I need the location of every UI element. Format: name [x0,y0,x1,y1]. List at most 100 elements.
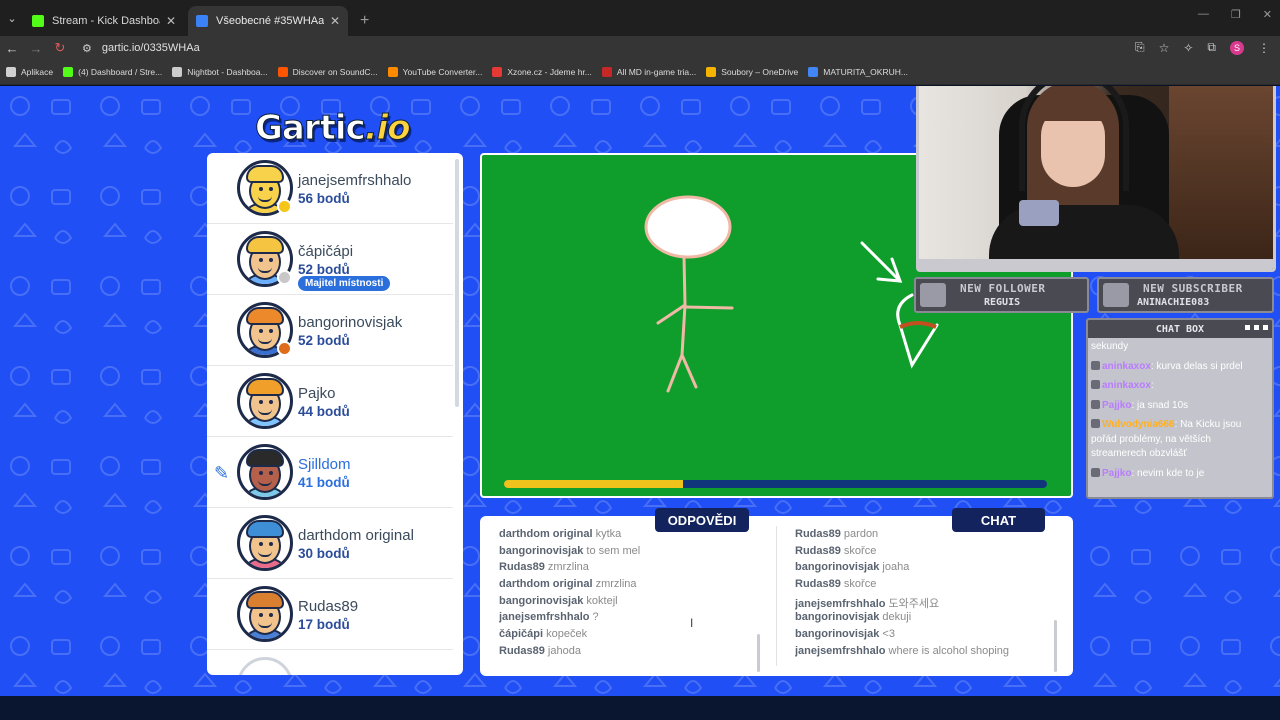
bookmark-item[interactable]: All MD in-game tria... [601,67,697,77]
answers-tab[interactable]: ODPOVĚDI [655,508,749,532]
bookmark-label: Aplikace [21,67,54,77]
message-user: janejsemfrshhalo [499,611,590,624]
player-name: čápičápi [298,243,354,260]
bookmark-star-icon[interactable]: ☆ [1159,41,1170,55]
player-name: janejsemfrshhalo [298,172,412,189]
tab-title: Všeobecné #35WHAa (Čeština) [216,15,324,27]
new-follower-alert: NEW FOLLOWER REGUIS [914,277,1089,313]
player-name: darthdom original [298,527,414,544]
player-row: janejsemfrshhalo 56 bodů [207,153,453,224]
minimize-icon[interactable]: — [1198,8,1209,21]
close-window-icon[interactable]: ✕ [1263,8,1272,21]
player-row: bangorinovisjak 52 bodů [207,295,453,366]
avatar-eye [259,400,263,404]
bookmark-item[interactable]: Xzone.cz - Jdeme hr... [492,67,592,77]
chatbox-header: CHAT BOX [1088,320,1272,338]
message-text: jahoda [547,644,581,657]
stream-chat-user: Pajjko [1102,399,1132,411]
tab-list-chevron-icon[interactable]: ⌄ [0,0,24,36]
forward-arrow-icon[interactable]: → [24,41,48,56]
round-timer-bar [504,480,1047,488]
back-arrow-icon[interactable]: ← [0,41,24,56]
player-status-dot [277,199,292,214]
tab-close-icon[interactable]: ✕ [166,14,176,28]
player-avatar [237,444,293,500]
menu-kebab-icon[interactable]: ⋮ [1258,41,1270,55]
message-user: Rudas89 [499,561,545,574]
address-bar-actions: ⎘ ☆ ✧ ⧉ S ⋮ [1135,40,1270,55]
room-owner-badge: Majitel místnosti [298,276,391,291]
chatbox-title: CHAT BOX [1155,323,1205,335]
profile-avatar[interactable]: S [1230,40,1244,55]
bookmark-label: All MD in-game tria... [616,67,697,77]
message-row: janejsemfrshhalo ? [499,611,769,628]
avatar-eye [269,187,273,191]
player-score: 52 bodů [298,333,350,348]
player-row: darthdom original 30 bodů [207,508,453,579]
stream-chat-message: aninkaxox: kurva delas si prdel [1091,360,1269,375]
player-avatar [237,515,293,571]
message-text: to sem mel [586,544,641,557]
box-divider [776,526,777,666]
bookmark-favicon-icon [172,67,183,77]
site-info-icon[interactable]: ⚙ [82,42,92,55]
chat-scrollbar[interactable] [1054,620,1057,672]
bookmark-item[interactable]: Discover on SoundC... [277,67,378,77]
tab-close-icon[interactable]: ✕ [330,14,340,28]
players-scrollbar[interactable] [455,159,459,407]
answers-scrollbar[interactable] [757,634,760,672]
bookmark-item[interactable]: Nightbot - Dashboa... [172,67,268,77]
message-row: Rudas89 skořce [795,578,1065,595]
extension-icon[interactable]: ✧ [1183,41,1193,55]
bookmarks-bar: Aplikace (4) Dashboard / Stre... Nightbot … [0,60,1280,85]
player-score: 56 bodů [298,191,350,206]
text-cursor-icon: I [690,616,694,630]
bookmark-item[interactable]: (4) Dashboard / Stre... [63,67,162,77]
message-user: bangorinovisjak [795,628,880,641]
bookmark-item[interactable]: Aplikace [6,67,53,77]
bookmark-label: (4) Dashboard / Stre... [78,67,163,77]
browser-tab-kick[interactable]: Stream - Kick Dashboard ✕ [24,6,184,36]
avatar-eye [269,471,273,475]
bookmark-item[interactable]: Soubory – OneDrive [706,67,798,77]
url-field[interactable]: ⚙ gartic.io/0335WHAa [82,42,200,55]
message-user: Rudas89 [795,528,841,540]
message-row: darthdom original zmrzlina [499,578,769,595]
player-avatar [237,586,293,642]
message-text: <3 [882,628,895,641]
avatar-hair [246,449,284,467]
browser-tab-gartic[interactable]: Všeobecné #35WHAa (Čeština) ✕ [188,6,348,36]
message-text: where is alcohol shoping [888,644,1010,657]
bookmark-favicon-icon [387,67,398,77]
stream-chat-text: : ja snad 10s [1131,399,1189,411]
maximize-icon[interactable]: ❐ [1231,8,1241,21]
gartic-logo[interactable]: Gartic.io [255,108,412,149]
player-score: 52 bodů [298,262,350,277]
reload-icon[interactable]: ↻ [48,40,72,56]
chat-list: Rudas89 pardon Rudas89 skořce bangorinovis… [795,520,1065,662]
puzzle-icon[interactable]: ⧉ [1207,40,1216,55]
avatar-hair [246,307,284,325]
chat-badge-icon [1091,467,1100,477]
stream-chat-message: Pajjko: ja snad 10s [1091,399,1269,414]
player-name: bangorinovisjak [298,314,403,331]
avatar-eye [269,542,273,546]
new-tab-plus-icon[interactable]: + [352,6,377,36]
bookmark-favicon-icon [601,67,612,77]
bookmark-label: Xzone.cz - Jdeme hr... [507,67,592,77]
message-user: bangorinovisjak [795,561,880,574]
message-row: bangorinovisjak koktejl [499,595,769,612]
bookmark-item[interactable]: MATURITA_OKRUH... [808,67,908,77]
stream-chat-messages: sekundy aninkaxox: kurva delas si prdel an… [1088,338,1272,488]
bookmark-item[interactable]: YouTube Converter... [387,67,482,77]
stream-chat-user: aninkaxox [1102,360,1151,372]
avatar-eye [259,329,263,333]
message-user: bangorinovisjak [499,594,584,607]
kick-favicon-icon [32,15,44,27]
avatar-eye [259,613,263,617]
chat-badge-icon [1091,419,1100,428]
chat-tab[interactable]: CHAT [952,508,1045,532]
cast-icon[interactable]: ⎘ [1135,40,1145,55]
avatar-eye [259,471,263,475]
message-user: janejsemfrshhalo [795,644,886,657]
